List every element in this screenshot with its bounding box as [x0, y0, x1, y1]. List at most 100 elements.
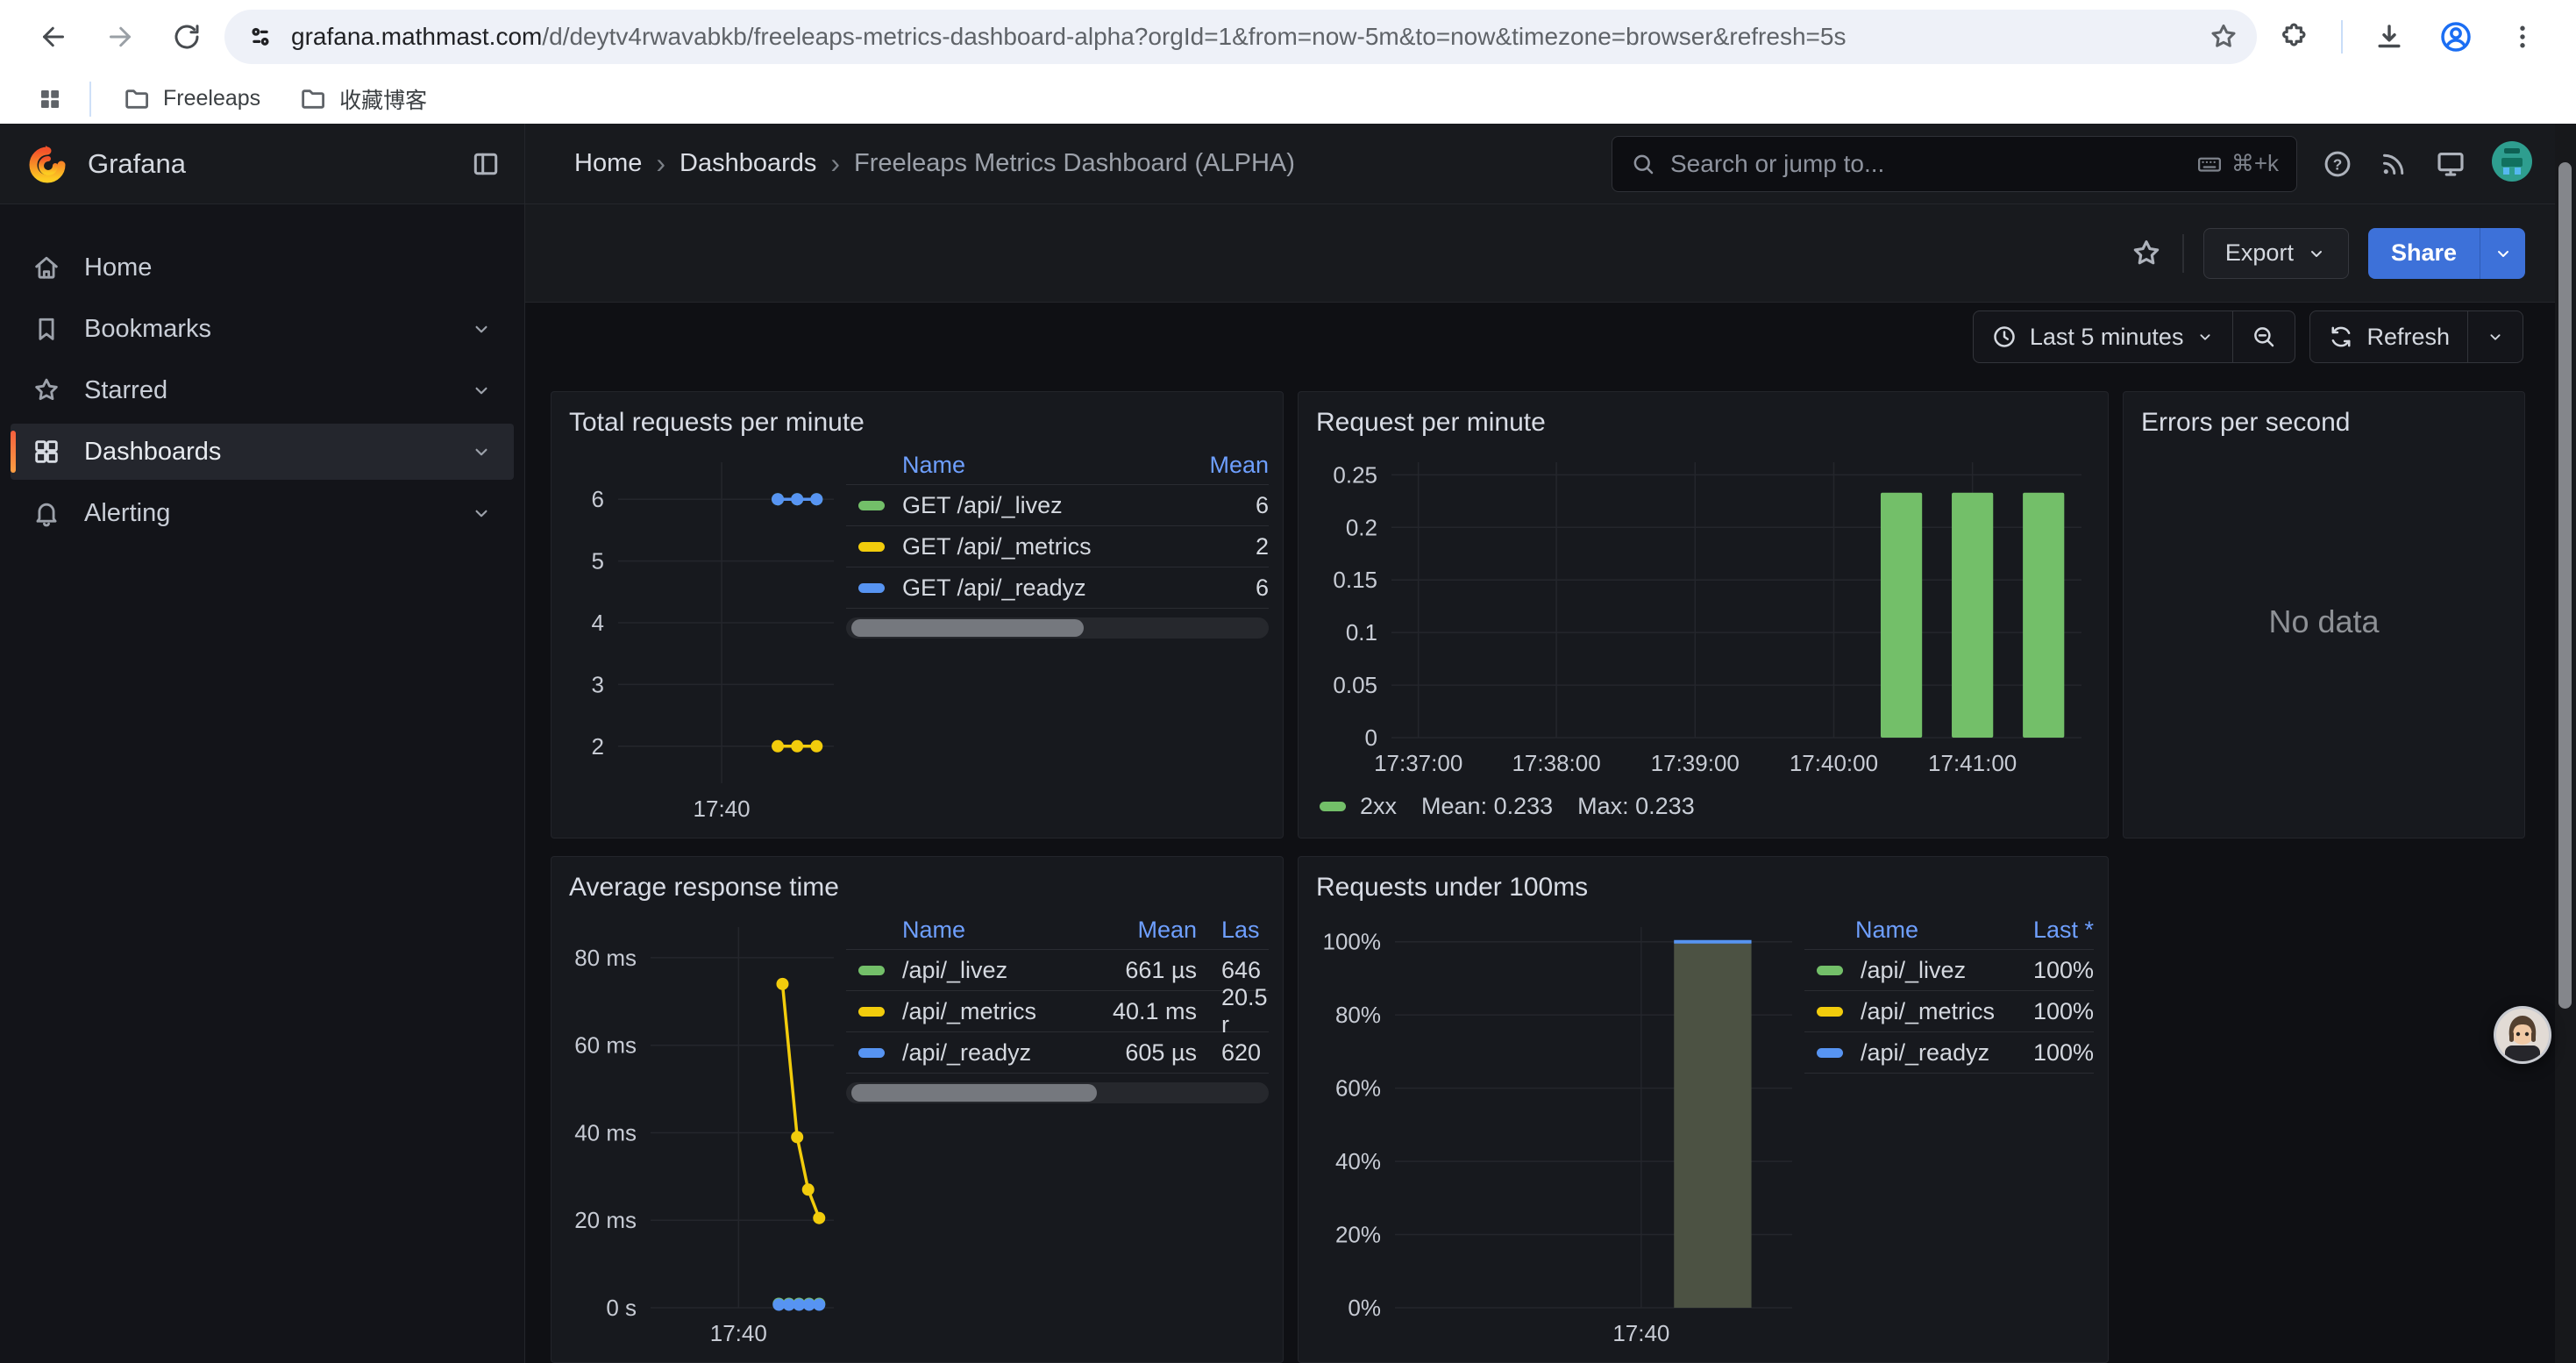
sidebar-item-label: Bookmarks [84, 315, 211, 344]
time-range-group: Last 5 minutes [1973, 310, 2296, 363]
svg-text:60 ms: 60 ms [574, 1032, 637, 1059]
breadcrumb-current: Freeleaps Metrics Dashboard (ALPHA) [854, 149, 1295, 178]
chevron-down-icon[interactable] [470, 318, 493, 340]
favorite-star-icon[interactable] [2130, 237, 2163, 270]
dock-menu-icon[interactable] [470, 148, 502, 180]
legend-scrollbar[interactable] [846, 1082, 1269, 1103]
search-input[interactable]: Search or jump to... ⌘+k [1612, 136, 2297, 192]
sidebar-item-bookmarks[interactable]: Bookmarks [11, 301, 514, 357]
legend-row[interactable]: /api/_readyz 100% [1804, 1032, 2094, 1074]
share-button[interactable]: Share [2368, 228, 2480, 279]
average-response-time-chart[interactable]: 80 ms60 ms40 ms20 ms0 s17:40 [567, 911, 846, 1348]
chevron-down-icon [2493, 243, 2514, 264]
series-swatch [858, 1048, 885, 1058]
breadcrumb-dashboards[interactable]: Dashboards [680, 149, 816, 178]
refresh-group: Refresh [2309, 310, 2523, 363]
help-button[interactable]: ? [2322, 148, 2353, 180]
series-last: 620 [1197, 1039, 1269, 1067]
legend-col-mean[interactable]: Mean [1065, 917, 1197, 944]
breadcrumb-home[interactable]: Home [574, 149, 642, 178]
legend-scrollbar[interactable] [846, 617, 1269, 639]
svg-text:60%: 60% [1335, 1075, 1381, 1102]
search-shortcut: ⌘+k [2196, 150, 2279, 177]
reload-button[interactable] [158, 8, 216, 66]
panel-title[interactable]: Average response time [569, 873, 1267, 903]
sidebar-item-alerting[interactable]: Alerting [11, 485, 514, 541]
legend-col-name[interactable]: Name [1855, 917, 1997, 944]
bookmark-star-icon[interactable] [2208, 21, 2239, 53]
zoom-out-button[interactable] [2232, 311, 2295, 362]
series-name: /api/_livez [1861, 957, 1997, 984]
legend-row[interactable]: GET /api/_readyz 6 [846, 567, 1269, 609]
toolbar-divider [2341, 20, 2343, 54]
kiosk-mode-button[interactable] [2434, 147, 2467, 181]
total-requests-chart[interactable]: 6543217:40 [567, 446, 846, 824]
panel-total-requests: Total requests per minute 6543217:40 Nam… [551, 391, 1284, 838]
legend-row[interactable]: /api/_readyz 605 µs 620 [846, 1032, 1269, 1074]
profile-icon [2438, 19, 2473, 54]
legend-row[interactable]: /api/_livez 100% [1804, 950, 2094, 991]
refresh-button[interactable]: Refresh [2310, 311, 2467, 362]
legend-row[interactable]: /api/_metrics 40.1 ms 20.5 r [846, 991, 1269, 1032]
sidebar-item-home[interactable]: Home [11, 239, 514, 296]
legend-col-name[interactable]: Name [902, 452, 1163, 479]
legend-col-mean[interactable]: Mean [1163, 452, 1269, 479]
bookmarks-divider [89, 82, 91, 117]
extensions-button[interactable] [2266, 8, 2323, 66]
bookmark-folder-freeleaps[interactable]: Freeleaps [107, 78, 276, 120]
panel-title[interactable]: Request per minute [1316, 408, 2092, 438]
url-bar[interactable]: grafana.mathmast.com/d/deytv4rwavabkb/fr… [224, 10, 2257, 64]
share-menu-button[interactable] [2480, 228, 2525, 279]
page-scrollbar[interactable] [2555, 124, 2576, 1363]
breadcrumb-separator: › [656, 147, 665, 180]
news-button[interactable] [2378, 148, 2409, 180]
panel-title[interactable]: Requests under 100ms [1316, 873, 2092, 903]
requests-under-100ms-chart[interactable]: 100%80%60%40%20%0%17:40 [1314, 911, 1804, 1348]
panel-title[interactable]: Errors per second [2141, 408, 2508, 438]
legend-footer[interactable]: 2xx Mean: 0.233 Max: 0.233 [1320, 793, 2092, 820]
forward-arrow-icon [104, 21, 136, 53]
legend-row[interactable]: /api/_metrics 100% [1804, 991, 2094, 1032]
export-button[interactable]: Export [2203, 228, 2349, 279]
back-button[interactable] [25, 8, 82, 66]
refresh-label: Refresh [2366, 324, 2450, 351]
apps-grid-button[interactable] [26, 75, 74, 123]
legend-scrollbar-thumb[interactable] [851, 1084, 1097, 1102]
sidebar-item-dashboards[interactable]: Dashboards [11, 424, 514, 480]
downloads-button[interactable] [2360, 8, 2418, 66]
actions-divider [2182, 234, 2184, 273]
user-avatar[interactable] [2492, 141, 2532, 186]
url-path: /d/deytv4rwavabkb/freeleaps-metrics-dash… [542, 23, 1846, 50]
rss-icon [2378, 148, 2409, 180]
svg-text:2: 2 [592, 733, 604, 760]
site-info-icon[interactable] [246, 22, 275, 52]
legend-row[interactable]: GET /api/_metrics 2 [846, 526, 1269, 567]
legend-col-name[interactable]: Name [902, 917, 1065, 944]
panel-title[interactable]: Total requests per minute [569, 408, 1267, 438]
series-name: /api/_livez [902, 957, 1065, 984]
chevron-down-icon[interactable] [470, 440, 493, 463]
grafana-header: Grafana Home › Dashboards › Freeleaps Me… [0, 124, 2576, 204]
request-per-minute-chart[interactable]: 0.250.20.150.10.05017:37:0017:38:0017:39… [1314, 446, 2094, 778]
series-swatch [1817, 1007, 1843, 1017]
legend-col-last[interactable]: Last * [1997, 917, 2094, 944]
refresh-interval-button[interactable] [2467, 311, 2523, 362]
url-text: grafana.mathmast.com/d/deytv4rwavabkb/fr… [291, 23, 2192, 51]
forward-button[interactable] [91, 8, 149, 66]
chevron-down-icon[interactable] [470, 502, 493, 525]
browser-menu-button[interactable] [2494, 8, 2551, 66]
svg-text:17:41:00: 17:41:00 [1928, 750, 2017, 776]
sidebar-item-starred[interactable]: Starred [11, 362, 514, 418]
time-range-picker[interactable]: Last 5 minutes [1974, 311, 2233, 362]
svg-text:40 ms: 40 ms [574, 1119, 637, 1145]
legend-col-last[interactable]: Las [1197, 917, 1269, 944]
bookmark-folder-blogs[interactable]: 收藏博客 [283, 76, 443, 122]
floating-assistant-avatar[interactable] [2493, 1005, 2552, 1065]
series-name: /api/_readyz [902, 1039, 1065, 1067]
profile-button[interactable] [2427, 8, 2485, 66]
svg-text:0 s: 0 s [606, 1295, 637, 1321]
chevron-down-icon[interactable] [470, 379, 493, 402]
legend-row[interactable]: GET /api/_livez 6 [846, 485, 1269, 526]
page-scrollbar-thumb[interactable] [2558, 162, 2572, 1009]
legend-scrollbar-thumb[interactable] [851, 619, 1084, 637]
